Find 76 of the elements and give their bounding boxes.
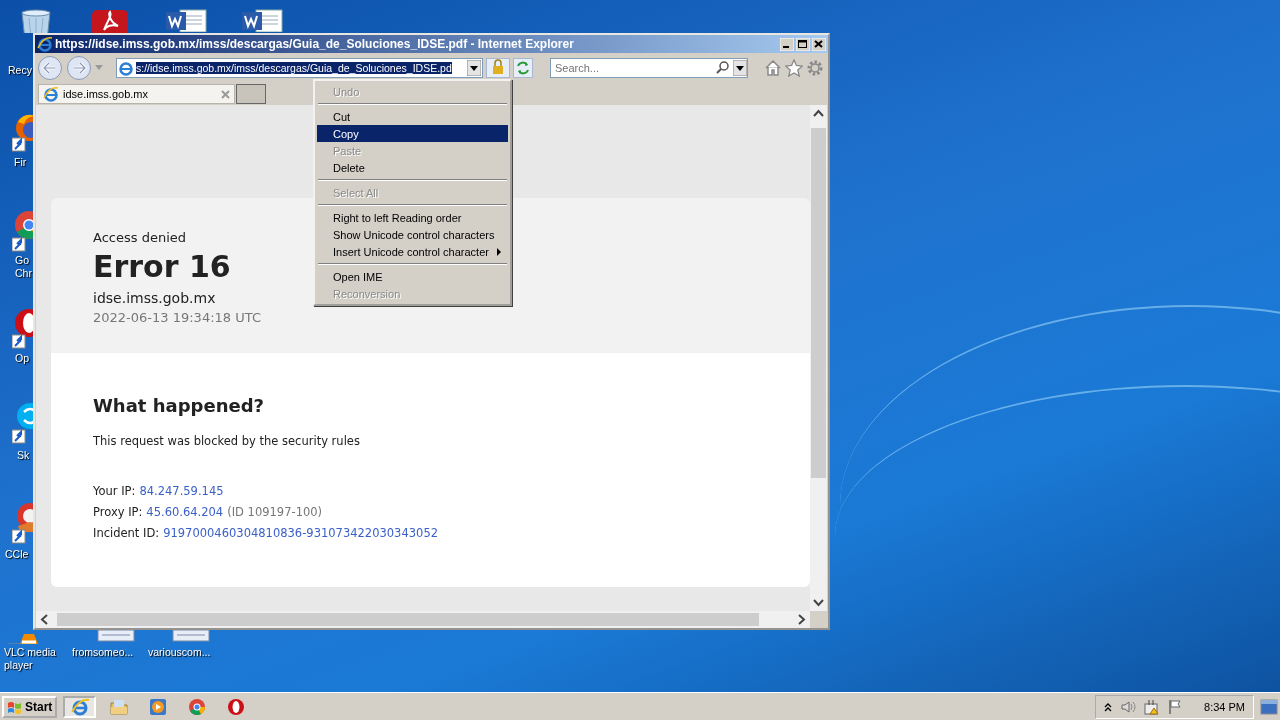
star-icon[interactable] [785,59,803,77]
menu-item[interactable]: Right to left Reading order [317,209,508,226]
cloud-icon[interactable] [12,400,33,444]
host-name: idse.imss.gob.mx [93,290,216,306]
browser-logo-icon [43,86,59,102]
document-icon[interactable] [172,630,210,642]
scrollbar-thumb[interactable] [57,613,759,626]
search-field[interactable]: Search... [551,62,715,74]
desktop-icon-label: fromsomeo... [72,646,134,659]
scrollbar-thumb[interactable] [811,128,826,478]
browser-logo-icon [37,36,53,52]
browser-logo-icon [118,60,134,76]
window-title: https://idse.imss.gob.mx/imss/descargas/Guia_de_Soluciones_IDSE.pdf - Internet Explorer [55,37,575,51]
chevron-up-icon[interactable] [1104,701,1113,712]
desktop-icon-label: Fir [14,156,27,169]
detail-label: Proxy IP: [93,505,143,519]
close-button[interactable] [812,37,826,51]
timestamp: 2022-06-13 19:34:18 UTC [93,310,261,325]
menu-item[interactable]: Delete [317,159,508,176]
pdf-file-icon[interactable] [90,8,130,33]
network-warning-icon[interactable] [1144,698,1161,715]
browser-logo-icon [69,696,90,717]
media-player-icon [147,696,168,717]
close-icon[interactable] [221,89,230,99]
detail-note: (ID 109197-100) [227,505,323,519]
desktop-icon-label: Sk [17,449,30,462]
refresh-button[interactable] [513,58,533,78]
detail-label: Your IP: [93,484,136,498]
word-document-icon[interactable] [240,8,284,32]
desktop-icon-label: Go [15,254,29,267]
menu-item[interactable]: Copy [317,125,508,142]
recycle-bin-icon[interactable] [18,8,54,33]
browser-tab[interactable]: idse.imss.gob.mx [38,84,235,104]
maximize-button[interactable] [796,37,810,51]
detail-value: 9197000460304810836-931073422030343052 [163,526,439,540]
search-icon[interactable] [715,60,731,76]
section-heading: What happened? [93,395,264,416]
start-button[interactable]: Start [2,695,58,718]
desktop-icon-label: CCle [5,548,29,561]
document-icon[interactable] [97,630,135,642]
desktop-icon-label: Chr [15,267,32,280]
error-title: Error 16 [93,249,231,284]
desktop-icon-label: VLC media [4,646,56,659]
submenu-arrow-icon [497,247,502,256]
address-field[interactable]: s://idse.imss.gob.mx/imss/descargas/Guia_de_Soluciones_IDSE.pd [116,58,483,78]
detail-value: 84.247.59.145 [139,484,224,498]
speaker-icon[interactable] [1120,699,1137,714]
taskbar-button[interactable] [63,695,97,718]
windows-logo-icon [7,699,23,714]
detail-value: 45.60.64.204 [146,505,224,519]
word-document-icon[interactable] [164,8,208,32]
menu-item[interactable]: Show Unicode control characters [317,226,508,243]
error-subtitle: Access denied [93,230,186,245]
lock-button[interactable] [486,58,510,78]
dropdown-button[interactable] [733,60,747,76]
menu-item[interactable]: Cut [317,108,508,125]
ring-icon [225,696,246,717]
show-desktop-button[interactable] [1260,697,1278,716]
desktop-icon-label: Op [15,352,29,365]
flag-icon[interactable] [1168,698,1183,715]
detail-label: Incident ID: [93,526,160,540]
error-message: This request was blocked by the security rules [93,434,360,448]
home-icon[interactable] [764,59,782,77]
desktop-icon-label: variouscom... [148,646,211,659]
new-tab-button[interactable] [236,84,266,104]
desktop-icon-label: player [4,659,33,672]
menu-item[interactable]: Open IME [317,268,508,285]
clock: 8:34 PM [1204,700,1245,713]
dropdown-button[interactable] [467,60,481,76]
forward-button[interactable] [66,55,92,81]
menu-item[interactable]: Insert Unicode control character [317,243,508,260]
minimize-button[interactable] [780,37,794,51]
browser-icon [186,696,207,717]
back-button[interactable] [37,55,63,81]
desktop-icon-label: Recy [8,64,32,77]
search-box[interactable]: Search... [550,58,748,78]
